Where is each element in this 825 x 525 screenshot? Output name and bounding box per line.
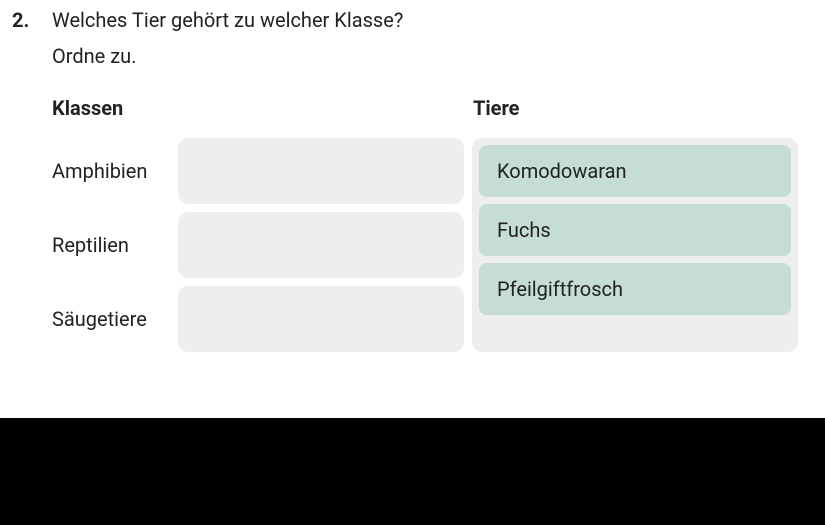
drop-zone-reptilien[interactable]: [178, 212, 464, 278]
column-headers: Klassen Tiere: [52, 96, 813, 120]
class-row-amphibien: Amphibien: [52, 138, 464, 204]
question-instruction: Ordne zu.: [52, 44, 813, 68]
animal-card-komodowaran[interactable]: Komodowaran: [479, 145, 791, 197]
classes-column: Amphibien Reptilien Säugetiere: [52, 138, 464, 352]
drop-zone-saeugetiere[interactable]: [178, 286, 464, 352]
class-label: Säugetiere: [52, 307, 170, 331]
question-title: Welches Tier gehört zu welcher Klasse?: [52, 8, 813, 32]
question-body: Welches Tier gehört zu welcher Klasse? O…: [52, 8, 813, 352]
header-classes: Klassen: [52, 96, 473, 120]
class-row-saeugetiere: Säugetiere: [52, 286, 464, 352]
class-label: Reptilien: [52, 233, 170, 257]
header-animals: Tiere: [473, 96, 519, 120]
drop-zone-amphibien[interactable]: [178, 138, 464, 204]
class-row-reptilien: Reptilien: [52, 212, 464, 278]
animal-card-pfeilgiftfrosch[interactable]: Pfeilgiftfrosch: [479, 263, 791, 315]
question-number: 2.: [12, 8, 40, 32]
question-row: 2. Welches Tier gehört zu welcher Klasse…: [12, 8, 813, 352]
animals-column[interactable]: Komodowaran Fuchs Pfeilgiftfrosch: [472, 138, 798, 352]
exercise-page: 2. Welches Tier gehört zu welcher Klasse…: [0, 0, 825, 418]
animal-card-fuchs[interactable]: Fuchs: [479, 204, 791, 256]
class-label: Amphibien: [52, 159, 170, 183]
columns-container: Amphibien Reptilien Säugetiere Komodowar…: [52, 138, 813, 352]
